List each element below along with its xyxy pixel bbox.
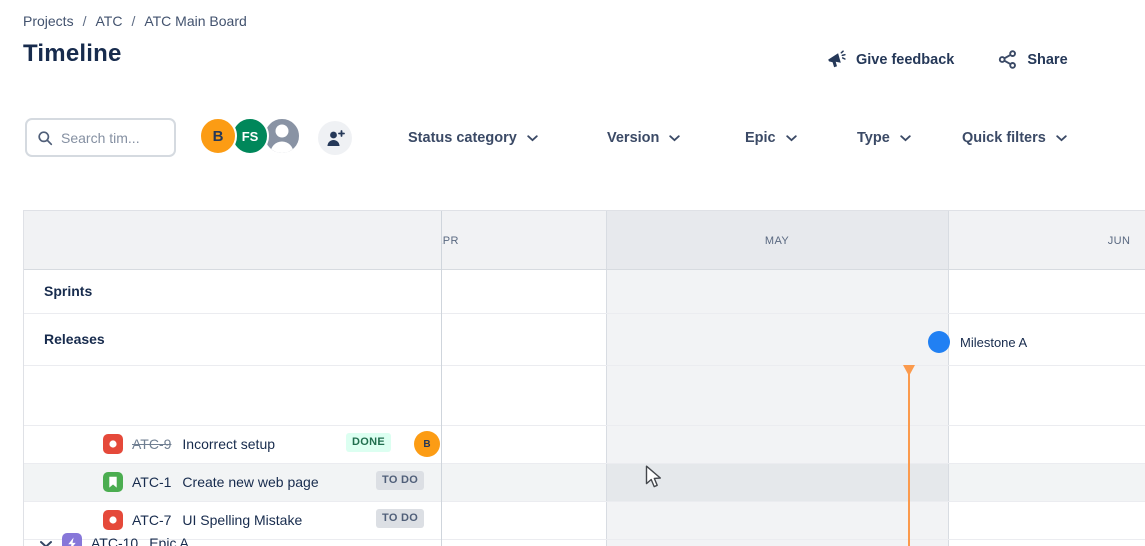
breadcrumb: Projects / ATC / ATC Main Board [23, 13, 247, 29]
add-person-icon [326, 130, 345, 147]
issue-name: UI Spelling Mistake [182, 512, 302, 528]
issue-key: ATC-7 [132, 512, 171, 528]
breadcrumb-separator: / [131, 13, 135, 29]
bug-icon [103, 434, 123, 454]
search-icon [37, 130, 53, 146]
filter-type[interactable]: Type [857, 130, 911, 146]
filter-label: Epic [745, 130, 776, 146]
chevron-down-icon [900, 135, 911, 142]
filter-status-category[interactable]: Status category [408, 130, 538, 146]
status-badge-todo: TO DO [376, 471, 424, 490]
share-icon [998, 50, 1018, 69]
issue-row-atc-7[interactable]: ATC-7 UI Spelling Mistake TO DO [24, 501, 441, 539]
issue-row-atc-1[interactable]: ATC-1 Create new web page TO DO [24, 463, 441, 501]
filter-epic[interactable]: Epic [745, 130, 797, 146]
jira-timeline-page: Projects / ATC / ATC Main Board Timeline… [0, 0, 1145, 546]
issue-row-atc-9[interactable]: ATC-9 Incorrect setup DONE B [24, 425, 441, 463]
give-feedback-label: Give feedback [856, 52, 954, 68]
breadcrumb-board[interactable]: ATC Main Board [144, 13, 246, 29]
filter-version[interactable]: Version [607, 130, 680, 146]
chevron-down-icon [669, 135, 680, 142]
search-timeline-field[interactable] [25, 118, 176, 157]
header-actions: Give feedback Share [826, 50, 1068, 69]
search-input[interactable] [61, 130, 164, 146]
filter-label: Status category [408, 130, 517, 146]
issue-name: Incorrect setup [182, 436, 275, 452]
chevron-down-icon [527, 135, 538, 142]
filter-label: Quick filters [962, 130, 1046, 146]
page-title: Timeline [23, 40, 122, 68]
epic-row-atc-10[interactable]: ATC-10 Epic A [24, 365, 441, 425]
bug-icon [103, 510, 123, 530]
share-label: Share [1027, 52, 1067, 68]
avatar-user-b[interactable]: B [199, 117, 237, 155]
filter-label: Type [857, 130, 890, 146]
add-people-button[interactable] [318, 121, 352, 155]
month-label-may: MAY [765, 235, 789, 247]
filter-quick-filters[interactable]: Quick filters [962, 130, 1067, 146]
month-label-jun: JUN [1108, 235, 1131, 247]
releases-section-label: Releases [44, 331, 105, 347]
megaphone-icon [826, 50, 847, 69]
issue-key: ATC-1 [132, 474, 171, 490]
issue-key: ATC-9 [132, 436, 171, 452]
story-icon [103, 472, 123, 492]
milestone-label: Milestone A [960, 335, 1027, 350]
chevron-down-icon [786, 135, 797, 142]
chevron-down-icon [1056, 135, 1067, 142]
chevron-down-icon[interactable] [39, 540, 53, 546]
month-gridline [606, 211, 607, 546]
current-month-column [606, 269, 948, 546]
filter-label: Version [607, 130, 659, 146]
give-feedback-button[interactable]: Give feedback [826, 50, 954, 69]
share-button[interactable]: Share [998, 50, 1067, 69]
timeline-grid: APR MAY JUN Milestone A Sprints Releases [23, 210, 1145, 546]
status-badge-done: DONE [346, 433, 391, 452]
assignee-avatar[interactable]: B [414, 431, 440, 457]
left-panel-header-cell [24, 211, 441, 269]
month-gridline [948, 211, 949, 546]
today-marker-line [908, 373, 910, 546]
panel-divider[interactable] [441, 211, 442, 546]
timeline-left-panel: Sprints Releases ATC-10 Epic A [24, 211, 441, 546]
breadcrumb-project-key[interactable]: ATC [95, 13, 122, 29]
sprints-section-label: Sprints [44, 283, 92, 299]
breadcrumb-projects[interactable]: Projects [23, 13, 74, 29]
milestone-marker[interactable] [928, 331, 950, 353]
issue-name: Create new web page [182, 474, 318, 490]
status-badge-todo: TO DO [376, 509, 424, 528]
breadcrumb-separator: / [83, 13, 87, 29]
